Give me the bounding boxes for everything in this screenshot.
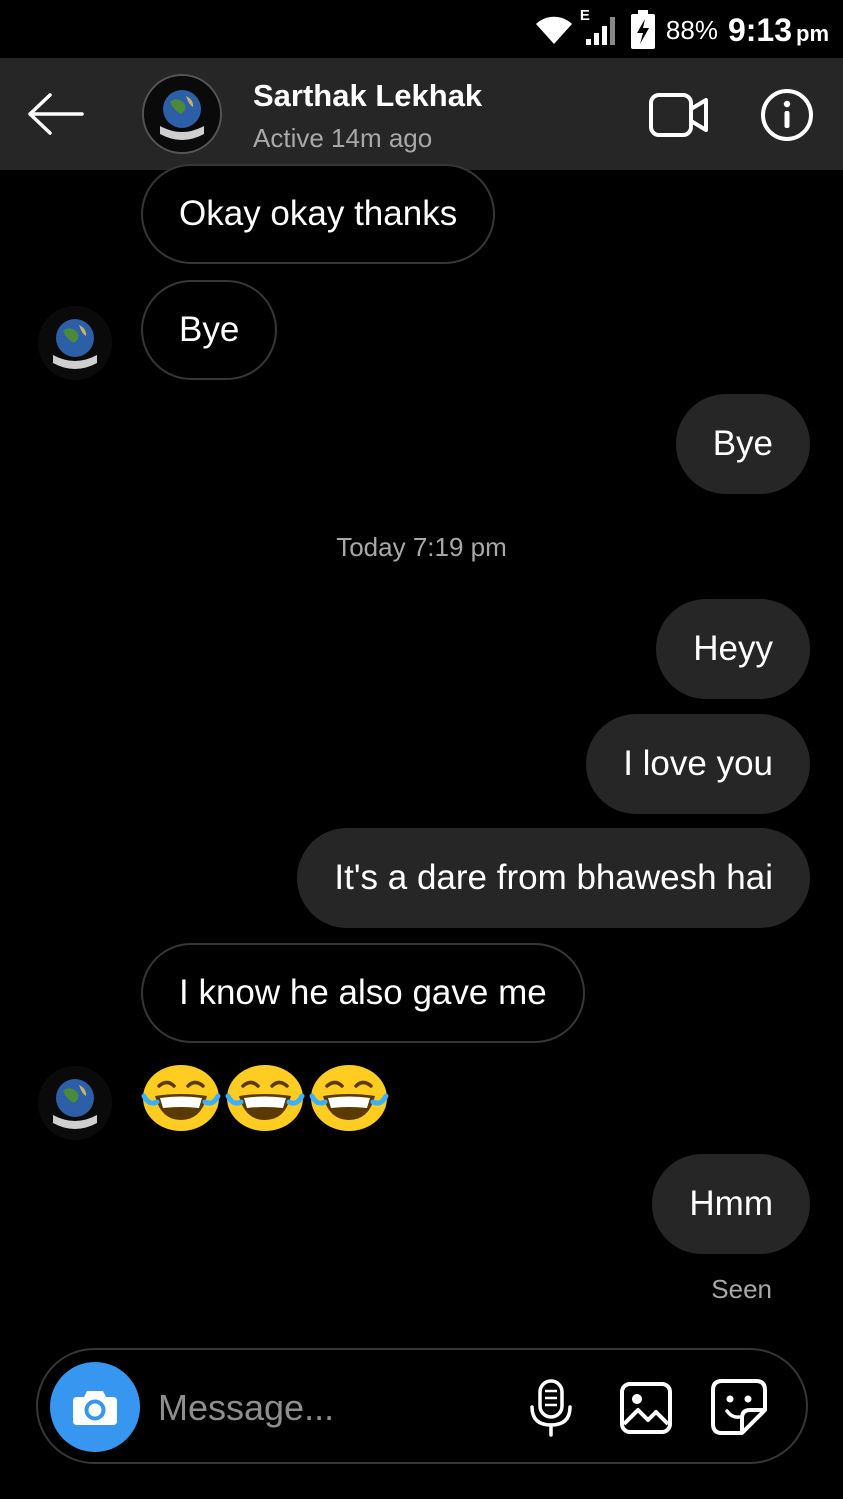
contact-name[interactable]: Sarthak Lekhak bbox=[253, 78, 482, 114]
clock: 9:13 pm bbox=[728, 12, 829, 49]
chat-header: Sarthak Lekhak Active 14m ago bbox=[0, 58, 843, 170]
battery-percent: 88% bbox=[665, 14, 718, 45]
message-bubble-outgoing[interactable]: Heyy bbox=[656, 599, 810, 699]
battery-charging-icon bbox=[630, 10, 656, 50]
video-call-icon bbox=[649, 93, 708, 137]
message-bubble-outgoing[interactable]: I love you bbox=[586, 714, 810, 814]
sticker-button[interactable] bbox=[710, 1378, 768, 1436]
message-bubble-incoming[interactable]: Okay okay thanks bbox=[141, 164, 496, 264]
message-bubble-incoming[interactable]: I know he also gave me bbox=[141, 943, 585, 1043]
chat-screen: E 88% 9:13 pm Sarthak Lekhak Active 14m … bbox=[0, 0, 843, 1499]
globe-in-hands-icon bbox=[38, 306, 112, 380]
info-button[interactable] bbox=[760, 88, 814, 142]
sticker-icon bbox=[711, 1379, 767, 1435]
clock-ampm: pm bbox=[796, 20, 829, 46]
message-thread: Okay okay thanks Bye Bye Today 7:19 pm H… bbox=[0, 164, 843, 1340]
avatar[interactable] bbox=[38, 306, 112, 380]
message-input[interactable] bbox=[158, 1378, 498, 1438]
globe-in-hands-icon bbox=[38, 1066, 112, 1140]
video-call-button[interactable] bbox=[648, 92, 710, 138]
message-bubble-outgoing[interactable]: Hmm bbox=[652, 1154, 810, 1254]
clock-time: 9:13 bbox=[727, 11, 792, 48]
globe-in-hands-icon bbox=[144, 76, 220, 152]
seen-receipt: Seen bbox=[711, 1274, 772, 1304]
active-status: Active 14m ago bbox=[253, 123, 433, 153]
back-arrow-icon bbox=[28, 93, 84, 135]
back-button[interactable] bbox=[24, 86, 86, 142]
laughing-crying-emoji-icon bbox=[225, 1065, 305, 1131]
timestamp: Today 7:19 pm bbox=[336, 532, 507, 562]
camera-icon bbox=[73, 1391, 117, 1425]
message-bubble-outgoing[interactable]: It's a dare from bhawesh hai bbox=[297, 828, 810, 928]
avatar[interactable] bbox=[142, 74, 222, 154]
avatar[interactable] bbox=[38, 1066, 112, 1140]
camera-button[interactable] bbox=[50, 1362, 140, 1452]
voice-message-button[interactable] bbox=[528, 1378, 574, 1438]
laughing-crying-emoji-icon bbox=[309, 1065, 389, 1131]
laughing-crying-emoji-icon bbox=[141, 1065, 221, 1131]
wifi-icon bbox=[534, 14, 574, 46]
microphone-icon bbox=[530, 1379, 572, 1437]
gallery-button[interactable] bbox=[618, 1380, 674, 1436]
signal-icon: E bbox=[580, 7, 620, 47]
status-bar-indicators: E 88% 9:13 pm bbox=[534, 7, 829, 52]
message-composer bbox=[36, 1348, 808, 1464]
info-icon bbox=[761, 89, 813, 141]
network-type-label: E bbox=[579, 7, 590, 24]
status-bar: E 88% 9:13 pm bbox=[0, 0, 843, 58]
message-bubble-incoming[interactable]: Bye bbox=[141, 280, 278, 380]
emoji-message[interactable]: 😂😂😂 bbox=[141, 1062, 389, 1134]
gallery-icon bbox=[620, 1382, 672, 1434]
message-bubble-outgoing[interactable]: Bye bbox=[675, 394, 810, 494]
